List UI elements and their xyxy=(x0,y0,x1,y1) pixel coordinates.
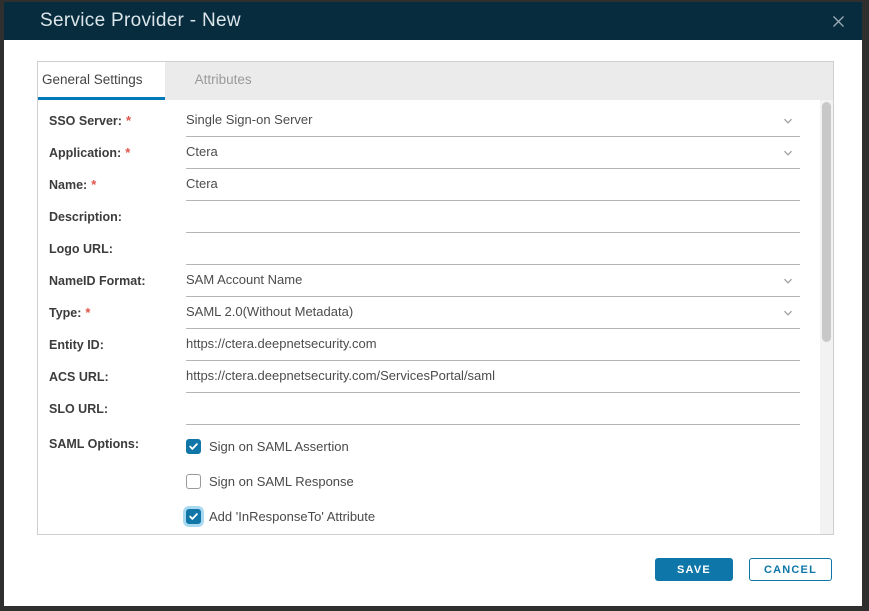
form-row: Name: * Ctera xyxy=(49,169,800,201)
field-label: NameID Format: xyxy=(49,274,146,288)
form-row: Logo URL: xyxy=(49,233,800,265)
checkbox-option[interactable]: Add 'InResponseTo' Attribute xyxy=(186,499,800,534)
field-input[interactable]: https://ctera.deepnetsecurity.com/Servic… xyxy=(186,361,800,393)
scrollbar-thumb[interactable] xyxy=(822,102,831,342)
field-label: ACS URL: xyxy=(49,370,109,384)
field-input[interactable]: SAML 2.0(Without Metadata) xyxy=(186,297,800,329)
field-value: https://ctera.deepnetsecurity.com xyxy=(186,336,377,353)
service-provider-dialog: Service Provider - New General Settings … xyxy=(4,2,862,606)
tab-general-settings[interactable]: General Settings xyxy=(38,62,165,100)
field-label-cell: Entity ID: xyxy=(49,329,186,361)
field-label-cell: Name: * xyxy=(49,169,186,201)
required-asterisk: * xyxy=(126,113,131,128)
checkbox-label[interactable]: Sign on SAML Response xyxy=(209,474,354,489)
save-button[interactable]: SAVE xyxy=(655,558,733,581)
field-input[interactable]: SAM Account Name xyxy=(186,265,800,297)
field-label: SAML Options: xyxy=(49,437,139,451)
required-asterisk: * xyxy=(125,145,130,160)
checkbox-icon[interactable] xyxy=(186,439,201,454)
checkbox-icon[interactable] xyxy=(186,474,201,489)
dialog-header: Service Provider - New xyxy=(4,2,862,40)
field-input[interactable] xyxy=(186,233,800,265)
field-value: SAML 2.0(Without Metadata) xyxy=(186,304,353,321)
cancel-button[interactable]: CANCEL xyxy=(749,558,832,581)
tab-attributes[interactable]: Attributes xyxy=(181,62,266,100)
form-row: SLO URL: xyxy=(49,393,800,425)
required-asterisk: * xyxy=(91,177,96,192)
dialog-title: Service Provider - New xyxy=(4,10,241,32)
field-value: SAM Account Name xyxy=(186,272,302,289)
form-row: Description: xyxy=(49,201,800,233)
field-input[interactable] xyxy=(186,393,800,425)
checkbox-option[interactable]: Sign on SAML Response xyxy=(186,464,800,499)
form-row: Application: * Ctera xyxy=(49,137,800,169)
field-value: Ctera xyxy=(186,176,218,193)
checkbox-label[interactable]: Add 'InResponseTo' Attribute xyxy=(209,509,375,524)
field-value: Single Sign-on Server xyxy=(186,112,312,129)
form-fields: SSO Server: * Single Sign-on Server Appl… xyxy=(38,100,833,425)
field-label: Name: xyxy=(49,178,87,192)
field-label-cell: Description: xyxy=(49,201,186,233)
field-label-cell: SSO Server: * xyxy=(49,105,186,137)
chevron-down-icon xyxy=(782,275,794,287)
checkmark-icon xyxy=(188,441,199,452)
field-value: https://ctera.deepnetsecurity.com/Servic… xyxy=(186,368,495,385)
tab-bar: General Settings Attributes xyxy=(38,62,833,100)
chevron-down-icon xyxy=(782,307,794,319)
field-label: Type: xyxy=(49,306,81,320)
close-x-glyph xyxy=(831,14,846,29)
form-row: NameID Format: SAM Account Name xyxy=(49,265,800,297)
saml-options-list: Sign on SAML Assertion Sign on SAML Resp… xyxy=(186,429,800,534)
field-label-cell: Application: * xyxy=(49,137,186,169)
form-row: Entity ID: https://ctera.deepnetsecurity… xyxy=(49,329,800,361)
field-label: SSO Server: xyxy=(49,114,122,128)
field-label: Description: xyxy=(49,210,122,224)
field-label: Application: xyxy=(49,146,121,160)
field-label: Entity ID: xyxy=(49,338,104,352)
field-input[interactable]: Ctera xyxy=(186,137,800,169)
field-label-cell: ACS URL: xyxy=(49,361,186,393)
field-label-cell: NameID Format: xyxy=(49,265,186,297)
saml-options-row: SAML Options: Sign on SAML Assertion Sig… xyxy=(38,425,833,534)
checkmark-icon xyxy=(188,511,199,522)
field-label: SLO URL: xyxy=(49,402,108,416)
field-label: Logo URL: xyxy=(49,242,113,256)
checkbox-option[interactable]: Sign on SAML Assertion xyxy=(186,429,800,464)
field-label-cell: Logo URL: xyxy=(49,233,186,265)
chevron-down-icon xyxy=(782,115,794,127)
required-asterisk: * xyxy=(85,305,90,320)
checkbox-label[interactable]: Sign on SAML Assertion xyxy=(209,439,349,454)
general-settings-panel: General Settings Attributes SSO Server: … xyxy=(37,61,834,535)
field-input[interactable]: Single Sign-on Server xyxy=(186,105,800,137)
field-value: Ctera xyxy=(186,144,218,161)
checkbox-icon[interactable] xyxy=(186,509,201,524)
field-label-cell: Type: * xyxy=(49,297,186,329)
form-row: ACS URL: https://ctera.deepnetsecurity.c… xyxy=(49,361,800,393)
close-icon[interactable] xyxy=(828,11,848,31)
window-frame: Service Provider - New General Settings … xyxy=(0,0,869,611)
field-input[interactable]: Ctera xyxy=(186,169,800,201)
field-label-cell: SLO URL: xyxy=(49,393,186,425)
saml-options-label-cell: SAML Options: xyxy=(49,429,186,534)
field-input[interactable]: https://ctera.deepnetsecurity.com xyxy=(186,329,800,361)
form-row: Type: * SAML 2.0(Without Metadata) xyxy=(49,297,800,329)
field-input[interactable] xyxy=(186,201,800,233)
chevron-down-icon xyxy=(782,147,794,159)
form-row: SSO Server: * Single Sign-on Server xyxy=(49,105,800,137)
dialog-footer: SAVE CANCEL xyxy=(4,535,862,606)
scrollbar-track[interactable] xyxy=(820,100,833,534)
